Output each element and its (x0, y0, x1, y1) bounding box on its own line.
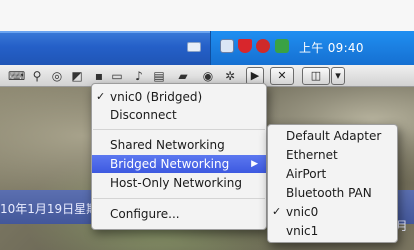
submenu-item-bluetooth-pan[interactable]: Bluetooth PAN (268, 184, 397, 202)
cd-rom-icon[interactable]: ◎ (50, 69, 64, 83)
menu-item-label: Configure... (110, 207, 180, 221)
window-mode-button[interactable]: ◫ (302, 67, 330, 85)
antivirus-tray-icon[interactable] (256, 39, 270, 53)
menu-item-label: AirPort (286, 167, 327, 181)
menu-item-shared-networking[interactable]: Shared Networking (92, 136, 266, 154)
menu-item-label: vnic1 (286, 224, 319, 238)
network-tray-icon[interactable] (275, 39, 289, 53)
submenu-item-default-adapter[interactable]: Default Adapter (268, 127, 397, 145)
menu-item-label: Disconnect (110, 108, 177, 122)
submenu-arrow-icon: ▶ (251, 159, 258, 169)
menu-item-configure[interactable]: Configure... (92, 205, 266, 223)
checkmark-icon: ✓ (272, 205, 282, 218)
checkmark-icon: ✓ (96, 90, 106, 103)
shared-folder-icon[interactable]: ▰ (175, 69, 191, 83)
submenu-item-airport[interactable]: AirPort (268, 165, 397, 183)
menu-separator (93, 198, 265, 199)
window-mode-dropdown[interactable]: ▾ (331, 67, 345, 85)
submenu-item-ethernet[interactable]: Ethernet (268, 146, 397, 164)
settings-gear-icon[interactable]: ✲ (222, 69, 238, 83)
menu-item-label: Default Adapter (286, 129, 382, 143)
menu-item-label: Bluetooth PAN (286, 186, 372, 200)
menu-item-label: Ethernet (286, 148, 338, 162)
menu-item-label: Shared Networking (110, 138, 225, 152)
menu-separator (93, 129, 265, 130)
menu-item-bridged-networking[interactable]: Bridged Networking ▶ (92, 155, 266, 173)
menu-item-host-only-networking[interactable]: Host-Only Networking (92, 174, 266, 192)
menu-item-label: Bridged Networking (110, 157, 230, 171)
menu-item-vnic0-bridged[interactable]: ✓ vnic0 (Bridged) (92, 88, 266, 106)
usb-icon[interactable]: ⚲ (31, 69, 43, 83)
camera-icon[interactable]: ◉ (200, 69, 216, 83)
window-top-area (0, 0, 414, 31)
date-text-left: 10年1月19日星期 (0, 202, 99, 216)
bridged-networking-submenu: Default Adapter Ethernet AirPort Bluetoo… (267, 124, 398, 243)
submenu-item-vnic1[interactable]: vnic1 (268, 222, 397, 240)
network-context-menu: ✓ vnic0 (Bridged) Disconnect Shared Netw… (91, 83, 267, 230)
keyboard-icon[interactable]: ⌨ (8, 69, 25, 83)
tools-button[interactable]: ✕ (270, 67, 294, 85)
menu-item-label: vnic0 (Bridged) (110, 90, 203, 104)
menu-item-label: Host-Only Networking (110, 176, 242, 190)
printer-icon[interactable]: ▤ (152, 69, 166, 83)
sound-icon[interactable]: ♪ (132, 69, 146, 83)
security-shield-tray-icon[interactable] (238, 39, 252, 53)
submenu-item-vnic0[interactable]: ✓ vnic0 (268, 203, 397, 221)
hard-disk-icon[interactable]: ▭ (110, 69, 124, 83)
tray-clock[interactable]: 上午 09:40 (299, 39, 364, 56)
menu-item-label: vnic0 (286, 205, 319, 219)
menu-item-disconnect[interactable]: Disconnect (92, 106, 266, 124)
monitor-tray-icon[interactable] (220, 39, 234, 53)
network-adapter-icon[interactable]: ◩ (70, 69, 84, 83)
keyboard-layout-icon[interactable] (187, 42, 201, 52)
floppy-disk-icon[interactable]: ▪ (92, 69, 106, 83)
